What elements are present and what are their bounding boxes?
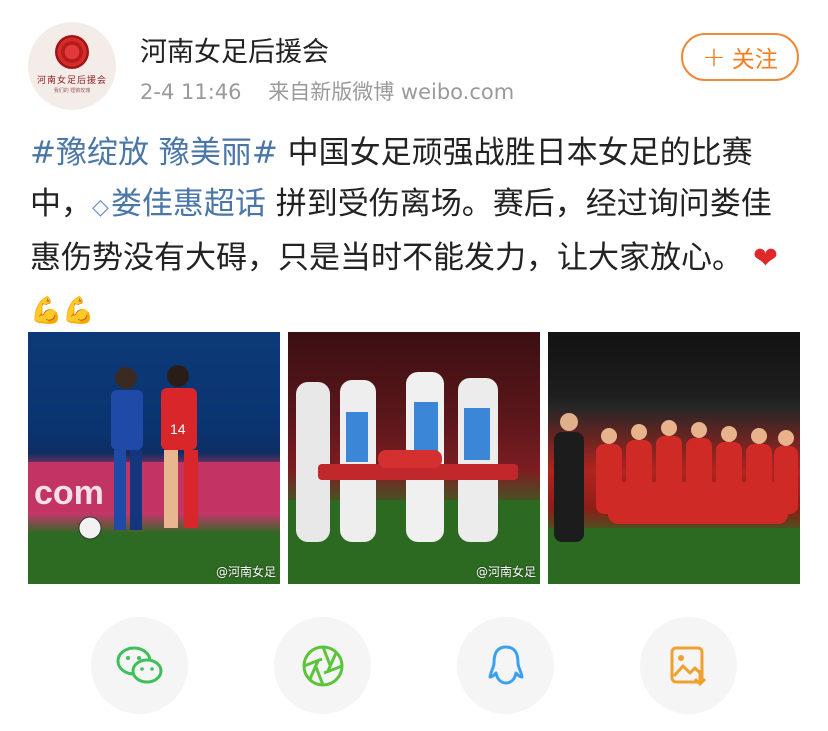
post-source: 来自新版微博 weibo.com (268, 80, 515, 104)
diamond-icon: ◇ (92, 195, 109, 220)
super-topic-link[interactable]: ◇娄佳惠超话 (92, 186, 266, 222)
post-timestamp: 2-4 11:46 (140, 80, 242, 104)
flexed-biceps-icon: 💪 (30, 296, 63, 326)
share-qq-button[interactable] (457, 617, 554, 714)
save-image-icon (670, 646, 706, 686)
super-topic-label: 娄佳惠超话 (110, 186, 266, 222)
photo-watermark: @河南女足 (475, 565, 536, 579)
rose-logo-icon (55, 34, 89, 69)
share-moments-button[interactable] (274, 617, 371, 714)
avatar-subcaption: 我们的 铿锵玫瑰 (53, 87, 91, 94)
share-wechat-button[interactable] (91, 617, 188, 714)
photo-match-action[interactable]: com 14 @河南女足 (28, 332, 280, 584)
follow-label: 关注 (731, 47, 778, 73)
save-image-button[interactable] (640, 617, 737, 714)
plus-icon: + (702, 40, 726, 73)
avatar[interactable]: 河南女足后援会 我们的 铿锵玫瑰 (28, 22, 116, 110)
post-meta: 2-4 11:46 来自新版微博 weibo.com (140, 76, 514, 106)
avatar-caption: 河南女足后援会 (36, 75, 107, 86)
photo-stretcher[interactable]: @河南女足 (288, 332, 540, 584)
heart-icon: ❤ (752, 241, 778, 276)
moments-icon (302, 645, 343, 686)
follow-button[interactable]: + 关注 (681, 33, 799, 81)
flexed-biceps-icon: 💪 (62, 296, 95, 326)
hashtag-link[interactable]: #豫绽放 豫美丽# (30, 135, 278, 171)
photo-team-celebration[interactable] (548, 332, 800, 584)
svg-text:14: 14 (170, 421, 186, 437)
qq-icon (488, 645, 523, 684)
svg-text:com: com (34, 474, 104, 512)
account-name[interactable]: 河南女足后援会 (140, 30, 329, 69)
photo-watermark: @河南女足 (215, 565, 276, 579)
wechat-icon (116, 646, 162, 683)
post-text: #豫绽放 豫美丽# 中国女足顽强战胜日本女足的比赛中，◇娄佳惠超话 拼到受伤离场… (30, 128, 802, 337)
